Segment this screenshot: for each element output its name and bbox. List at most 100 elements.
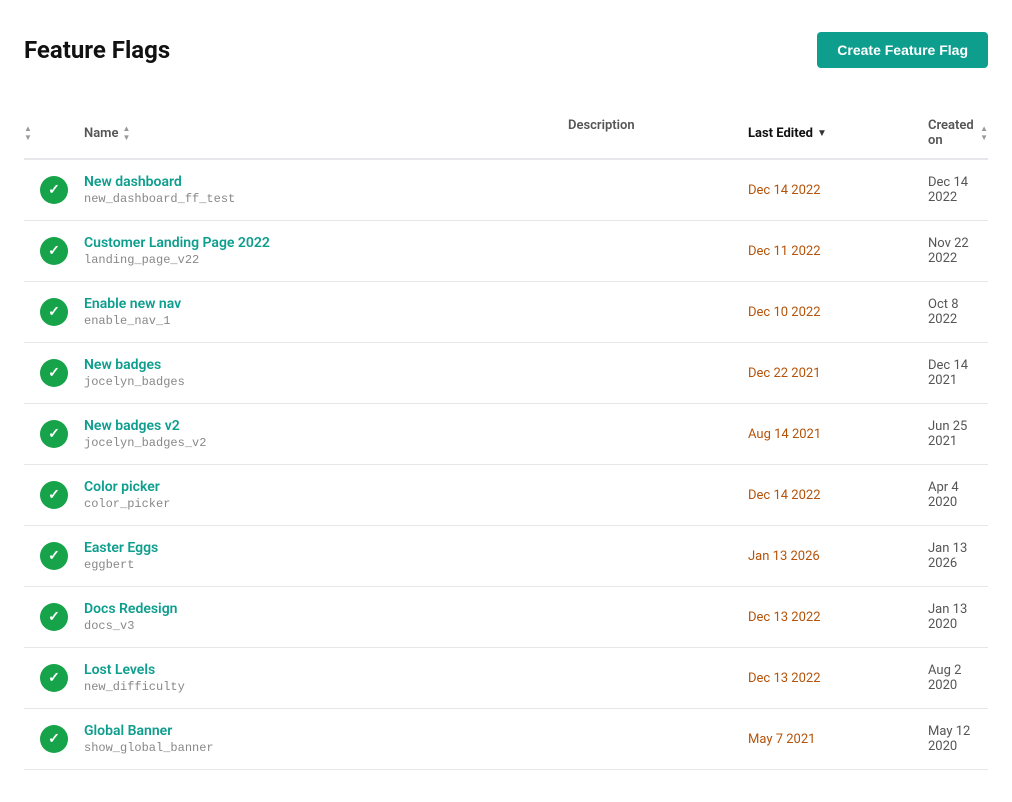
- flag-name-link[interactable]: Lost Levels: [84, 662, 568, 678]
- flag-name-link[interactable]: Docs Redesign: [84, 601, 568, 617]
- flag-name-link[interactable]: New badges v2: [84, 418, 568, 434]
- flag-last-edited: Dec 14 2022: [748, 488, 928, 503]
- header-created-on[interactable]: Created on ▲ ▼: [928, 118, 988, 148]
- table-row[interactable]: New badges v2 jocelyn_badges_v2 Aug 14 2…: [24, 404, 988, 465]
- header-sort-col: ▲ ▼: [24, 118, 84, 148]
- flag-name-cell: New dashboard new_dashboard_ff_test: [84, 174, 568, 206]
- flag-name-cell: New badges v2 jocelyn_badges_v2: [84, 418, 568, 450]
- flag-name-link[interactable]: Easter Eggs: [84, 540, 568, 556]
- enabled-indicator: [24, 176, 84, 204]
- flag-last-edited: Dec 10 2022: [748, 305, 928, 320]
- flag-key: new_dashboard_ff_test: [84, 192, 568, 206]
- flag-name-link[interactable]: New dashboard: [84, 174, 568, 190]
- flag-last-edited: Dec 13 2022: [748, 610, 928, 625]
- check-circle-icon: [40, 725, 68, 753]
- check-circle-icon: [40, 298, 68, 326]
- created-sort-arrows[interactable]: ▲ ▼: [980, 125, 988, 142]
- flag-created-on: Aug 2 2020: [928, 663, 988, 693]
- header-last-edited[interactable]: Last Edited ▼: [748, 118, 928, 148]
- flag-created-on: Dec 14 2021: [928, 358, 988, 388]
- flag-last-edited: Dec 14 2022: [748, 183, 928, 198]
- flag-created-on: May 12 2020: [928, 724, 988, 754]
- table-row[interactable]: Global Banner show_global_banner May 7 2…: [24, 709, 988, 770]
- table-row[interactable]: New dashboard new_dashboard_ff_test Dec …: [24, 160, 988, 221]
- table-row[interactable]: Docs Redesign docs_v3 Dec 13 2022 Jan 13…: [24, 587, 988, 648]
- header-description: Description: [568, 118, 748, 148]
- check-circle-icon: [40, 542, 68, 570]
- flag-key: color_picker: [84, 497, 568, 511]
- page-container: Feature Flags Create Feature Flag ▲ ▼ Na…: [0, 0, 1012, 802]
- check-circle-icon: [40, 237, 68, 265]
- enabled-indicator: [24, 664, 84, 692]
- flag-name-link[interactable]: Customer Landing Page 2022: [84, 235, 568, 251]
- table-row[interactable]: Easter Eggs eggbert Jan 13 2026 Jan 13 2…: [24, 526, 988, 587]
- flag-name-cell: Docs Redesign docs_v3: [84, 601, 568, 633]
- enabled-indicator: [24, 603, 84, 631]
- flag-name-link[interactable]: Enable new nav: [84, 296, 568, 312]
- table-header-row: ▲ ▼ Name ▲ ▼ Description Last Edited ▼ C…: [24, 108, 988, 160]
- page-header: Feature Flags Create Feature Flag: [24, 32, 988, 68]
- table-row[interactable]: Lost Levels new_difficulty Dec 13 2022 A…: [24, 648, 988, 709]
- flag-last-edited: Aug 14 2021: [748, 427, 928, 442]
- flag-created-on: Jan 13 2026: [928, 541, 988, 571]
- flag-created-on: Nov 22 2022: [928, 236, 988, 266]
- enabled-indicator: [24, 359, 84, 387]
- flag-created-on: Jun 25 2021: [928, 419, 988, 449]
- check-circle-icon: [40, 420, 68, 448]
- table-row[interactable]: Enable new nav enable_nav_1 Dec 10 2022 …: [24, 282, 988, 343]
- check-circle-icon: [40, 664, 68, 692]
- flag-name-link[interactable]: Global Banner: [84, 723, 568, 739]
- enabled-indicator: [24, 237, 84, 265]
- flag-key: jocelyn_badges: [84, 375, 568, 389]
- check-circle-icon: [40, 359, 68, 387]
- flag-created-on: Jan 13 2020: [928, 602, 988, 632]
- table-row[interactable]: Color picker color_picker Dec 14 2022 Ap…: [24, 465, 988, 526]
- flag-name-cell: Easter Eggs eggbert: [84, 540, 568, 572]
- flag-name-cell: Customer Landing Page 2022 landing_page_…: [84, 235, 568, 267]
- flag-key: new_difficulty: [84, 680, 568, 694]
- flag-last-edited: Dec 11 2022: [748, 244, 928, 259]
- flag-last-edited: Dec 22 2021: [748, 366, 928, 381]
- enabled-indicator: [24, 542, 84, 570]
- enabled-indicator: [24, 481, 84, 509]
- create-feature-flag-button[interactable]: Create Feature Flag: [817, 32, 988, 68]
- flag-key: eggbert: [84, 558, 568, 572]
- sort-down-icon: ▼: [24, 134, 32, 142]
- created-sort-up-icon: ▲: [980, 125, 988, 133]
- name-sort-arrows[interactable]: ▲ ▼: [122, 125, 130, 142]
- sort-up-icon: ▲: [24, 125, 32, 133]
- flag-key: landing_page_v22: [84, 253, 568, 267]
- flag-created-on: Oct 8 2022: [928, 297, 988, 327]
- flag-created-on: Dec 14 2022: [928, 175, 988, 205]
- name-sort-down-icon: ▼: [122, 134, 130, 142]
- sort-arrows[interactable]: ▲ ▼: [24, 125, 32, 142]
- enabled-indicator: [24, 420, 84, 448]
- flag-name-cell: New badges jocelyn_badges: [84, 357, 568, 389]
- flag-name-cell: Global Banner show_global_banner: [84, 723, 568, 755]
- name-sort-up-icon: ▲: [122, 125, 130, 133]
- flag-key: docs_v3: [84, 619, 568, 633]
- page-title: Feature Flags: [24, 36, 170, 64]
- flag-key: jocelyn_badges_v2: [84, 436, 568, 450]
- flag-name-cell: Enable new nav enable_nav_1: [84, 296, 568, 328]
- check-circle-icon: [40, 481, 68, 509]
- flag-name-cell: Lost Levels new_difficulty: [84, 662, 568, 694]
- flag-name-link[interactable]: New badges: [84, 357, 568, 373]
- last-edited-sort-icon: ▼: [817, 128, 827, 139]
- flag-name-link[interactable]: Color picker: [84, 479, 568, 495]
- flag-key: enable_nav_1: [84, 314, 568, 328]
- check-circle-icon: [40, 603, 68, 631]
- header-name[interactable]: Name ▲ ▼: [84, 118, 568, 148]
- table-row[interactable]: New badges jocelyn_badges Dec 22 2021 De…: [24, 343, 988, 404]
- flag-last-edited: Dec 13 2022: [748, 671, 928, 686]
- flag-last-edited: May 7 2021: [748, 732, 928, 747]
- feature-flags-table: ▲ ▼ Name ▲ ▼ Description Last Edited ▼ C…: [24, 108, 988, 770]
- flag-key: show_global_banner: [84, 741, 568, 755]
- table-row[interactable]: Customer Landing Page 2022 landing_page_…: [24, 221, 988, 282]
- flag-last-edited: Jan 13 2026: [748, 549, 928, 564]
- flag-name-cell: Color picker color_picker: [84, 479, 568, 511]
- flag-created-on: Apr 4 2020: [928, 480, 988, 510]
- created-sort-down-icon: ▼: [980, 134, 988, 142]
- enabled-indicator: [24, 298, 84, 326]
- check-circle-icon: [40, 176, 68, 204]
